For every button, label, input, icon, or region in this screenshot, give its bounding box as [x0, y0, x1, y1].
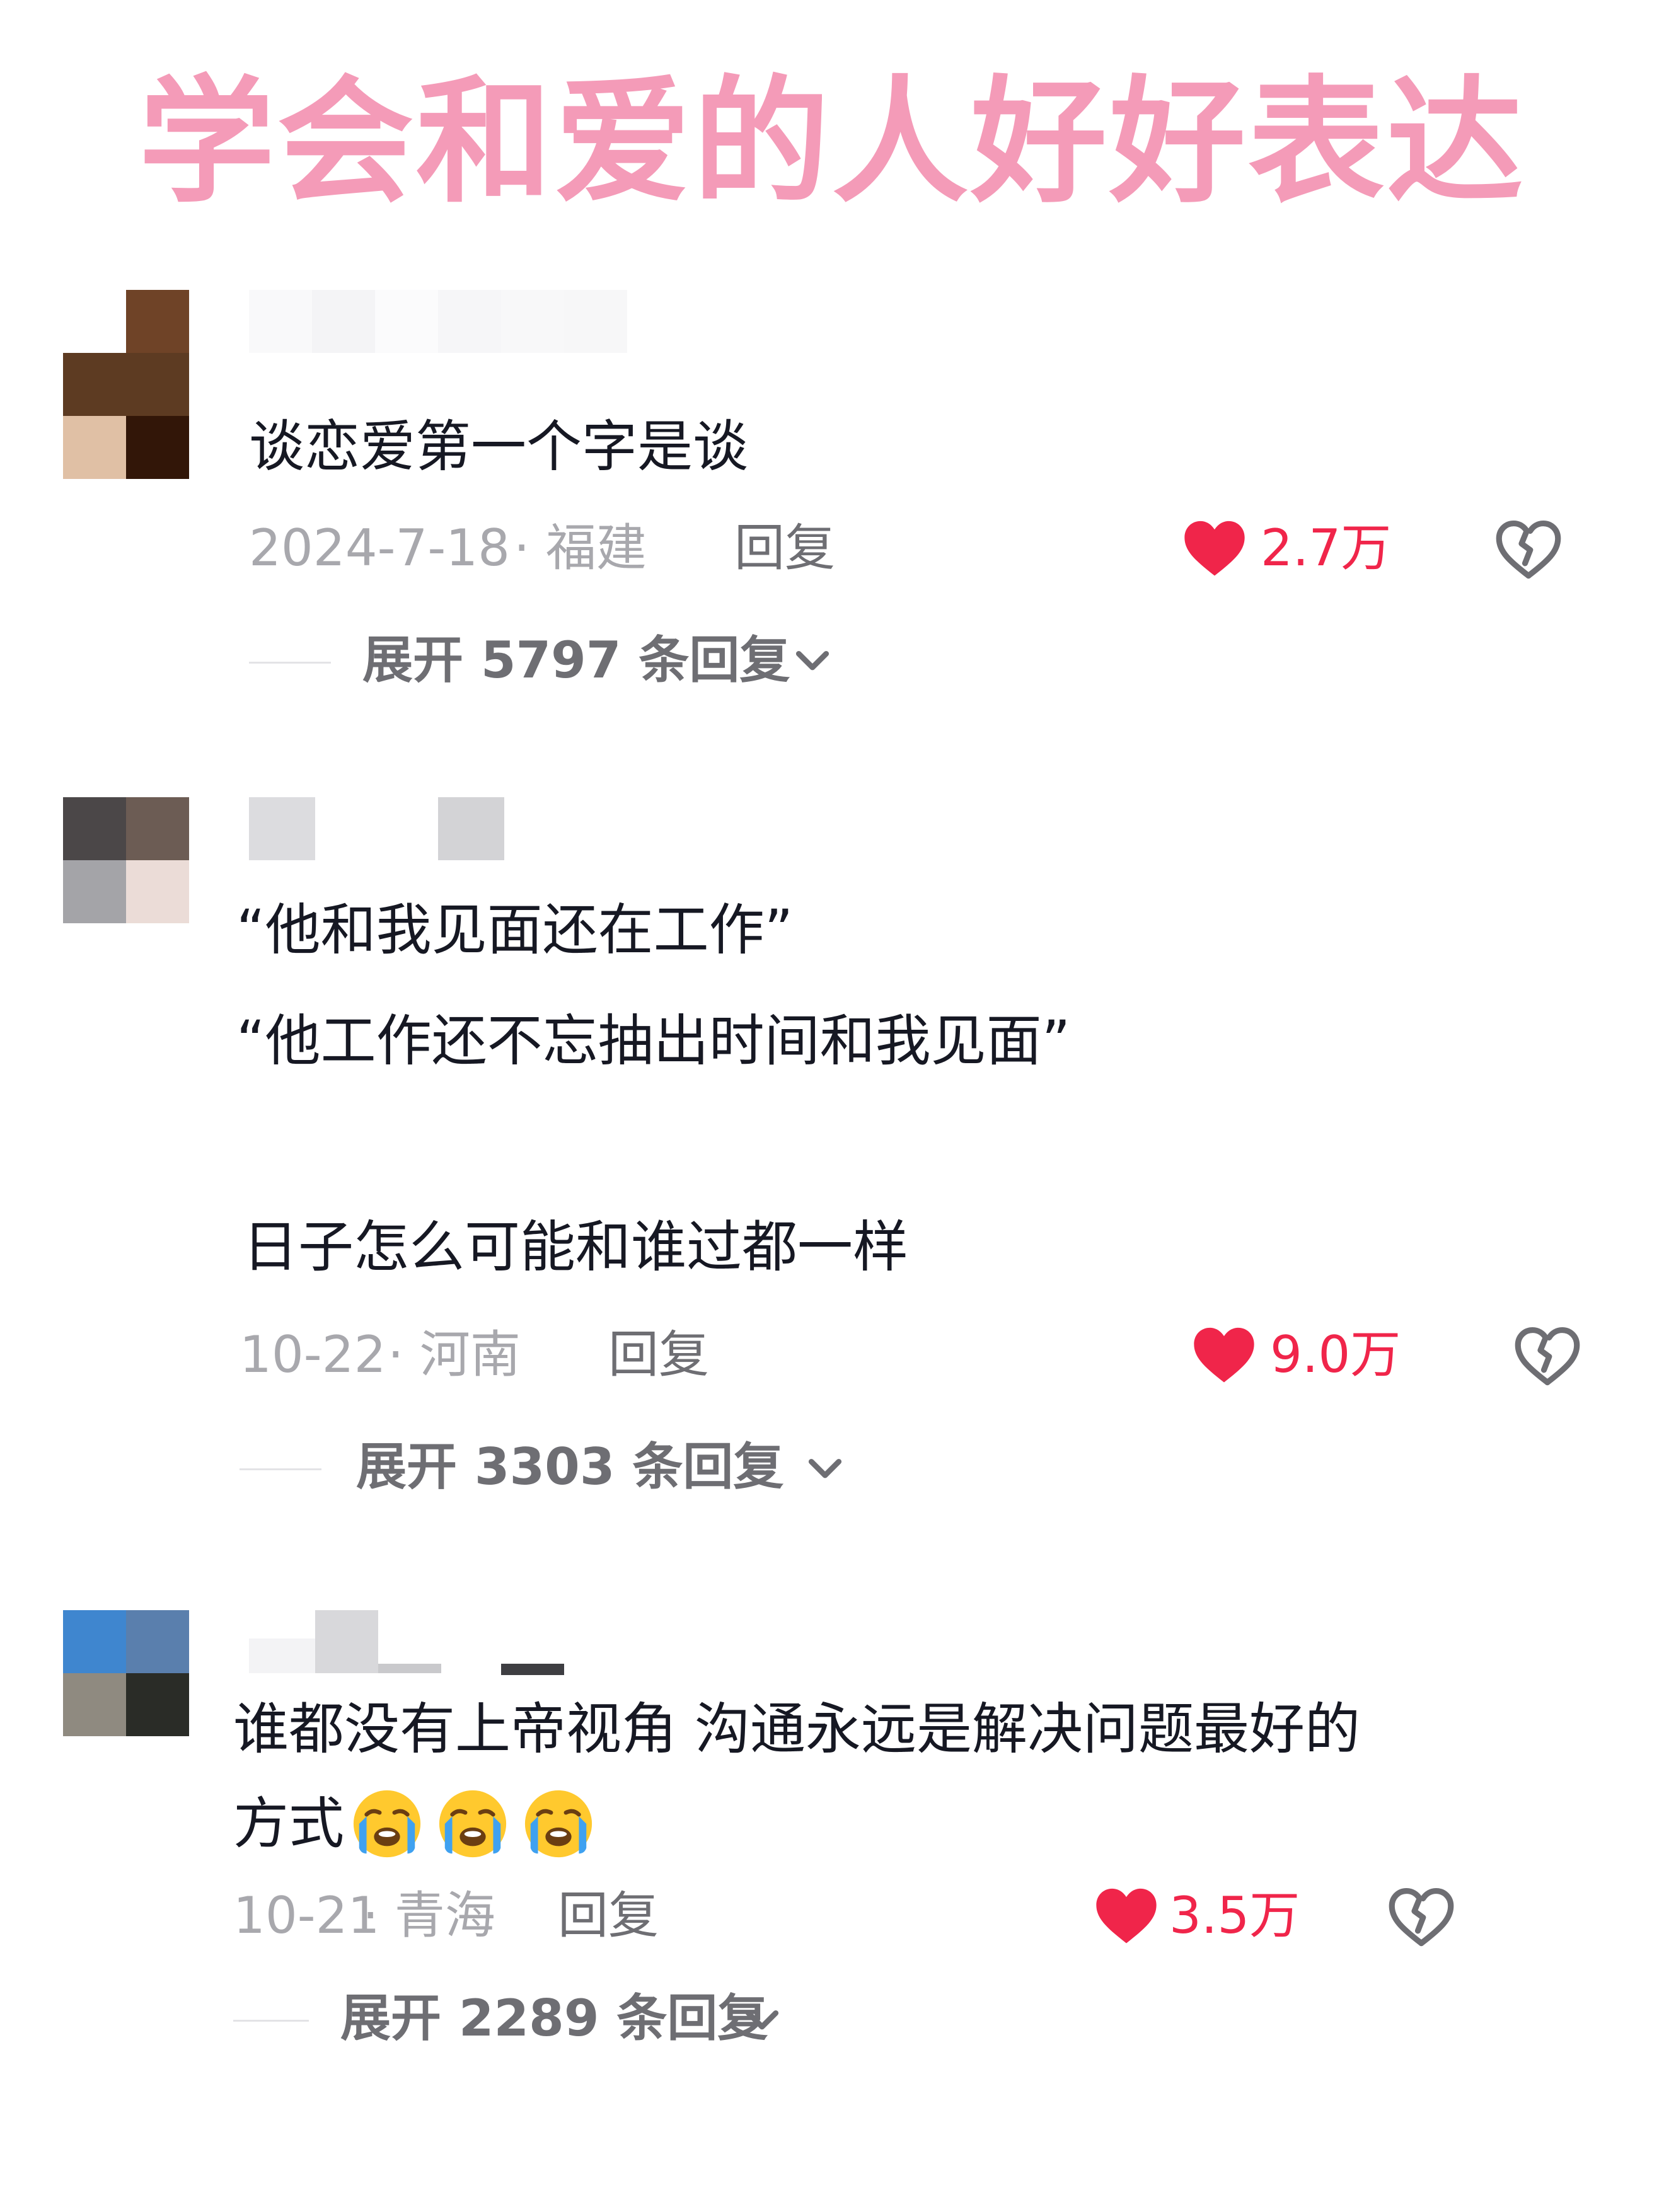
expand-replies-button[interactable]: 展开 5797 条回复 — [362, 635, 790, 686]
divider — [249, 662, 331, 664]
like-count: 2.7万 — [1261, 519, 1392, 577]
like-button[interactable] — [1094, 1884, 1159, 1945]
dislike-button[interactable] — [1387, 1883, 1456, 1949]
expand-replies-button[interactable]: 展开 2289 条回复 — [340, 1993, 768, 2044]
loudly-crying-face-icon — [524, 1790, 592, 1858]
dislike-button[interactable] — [1494, 516, 1563, 581]
heart-icon — [1096, 1888, 1157, 1944]
avatar-pixel — [63, 797, 126, 860]
loudly-crying-face-icon — [439, 1790, 507, 1858]
username-blurred[interactable] — [249, 1610, 577, 1679]
like-button[interactable] — [1191, 1323, 1257, 1384]
chevron-down-icon — [794, 649, 831, 674]
chevron-down-icon — [807, 1457, 843, 1482]
like-count: 3.5万 — [1169, 1886, 1300, 1945]
avatar-pixel — [126, 290, 189, 353]
avatar[interactable] — [63, 797, 189, 923]
avatar[interactable] — [63, 1610, 189, 1736]
comment-text: 谁都没有上帝视角 沟通永远是解决问题最好的 — [233, 1696, 1360, 1761]
avatar-pixel — [63, 1673, 126, 1736]
reply-button[interactable]: 回复 — [608, 1330, 709, 1380]
heart-icon — [1184, 521, 1245, 576]
broken-heart-icon — [1515, 1327, 1580, 1386]
dislike-button[interactable] — [1513, 1322, 1582, 1388]
broken-heart-icon — [1389, 1888, 1454, 1947]
avatar-pixel — [126, 860, 189, 923]
expand-replies-button[interactable]: 展开 3303 条回复 — [356, 1442, 783, 1492]
avatar-pixel — [126, 1610, 189, 1673]
comment-text: “他和我见面还在工作” — [236, 897, 794, 962]
comment-text: 方式 — [233, 1791, 345, 1856]
avatar-pixel — [63, 1610, 126, 1673]
divider — [240, 1468, 321, 1470]
divider — [233, 2020, 309, 2022]
avatar-pixel — [126, 797, 189, 860]
reply-button[interactable]: 回复 — [558, 1891, 659, 1941]
username-blurred[interactable] — [249, 290, 690, 353]
comment-date: 10-21 — [233, 1886, 380, 1945]
comment-location: · 福建 — [514, 519, 647, 577]
chevron-down-icon — [744, 2008, 780, 2034]
avatar-pixel — [63, 290, 126, 353]
like-button[interactable] — [1182, 517, 1247, 577]
page-title: 学会和爱的人好好表达 — [138, 63, 1525, 221]
broken-heart-icon — [1496, 521, 1561, 579]
username-blurred[interactable] — [249, 797, 514, 860]
emoji-group — [350, 1787, 607, 1861]
comment-location: · 青海 — [362, 1886, 495, 1945]
loudly-crying-face-icon — [353, 1790, 421, 1858]
reply-button[interactable]: 回复 — [734, 523, 835, 573]
comment-location: · 河南 — [388, 1325, 521, 1384]
comment-date: 2024-7-18 — [249, 519, 511, 577]
comment-text: “他工作还不忘抽出时间和我见面” — [236, 1008, 1071, 1073]
like-count: 9.0万 — [1270, 1325, 1401, 1384]
heart-icon — [1194, 1327, 1254, 1383]
avatar-pixel — [63, 860, 126, 923]
comment-text: 日子怎么可能和谁过都一样 — [243, 1214, 909, 1279]
avatar-lower — [63, 353, 189, 479]
comment-text: 谈恋爱第一个字是谈 — [249, 414, 749, 479]
avatar-pixel — [126, 1673, 189, 1736]
comment-date: 10-22 — [240, 1325, 386, 1384]
